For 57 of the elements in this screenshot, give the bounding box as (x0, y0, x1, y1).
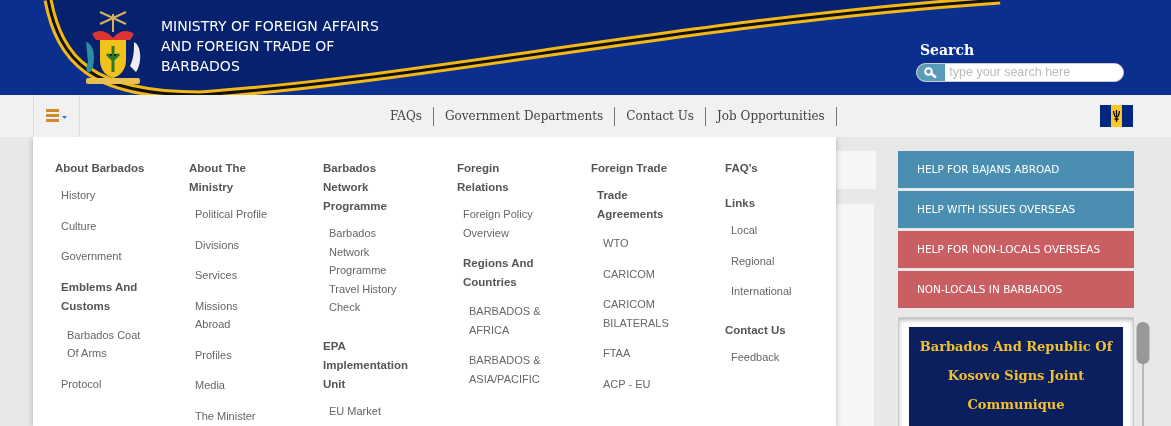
menu-link[interactable]: History (61, 186, 137, 205)
menu-link[interactable]: Protocol (61, 374, 137, 393)
nav-link[interactable]: Job Opportunities (706, 106, 837, 126)
menu-link[interactable]: CARICOM (603, 264, 679, 283)
menu-heading: Links (725, 196, 757, 211)
menu-link[interactable]: ACP - EU (603, 374, 679, 393)
menu-link[interactable]: Media (195, 376, 271, 395)
menu-heading: About Barbados (55, 161, 146, 176)
search-field[interactable]: type your search here (916, 63, 1124, 82)
sidebar-button[interactable]: HELP WITH ISSUES OVERSEAS (898, 191, 1134, 228)
menu-link[interactable]: CARICOM BILATERALS (603, 295, 679, 332)
menu-link[interactable]: BARBADOS & ASIA/PACIFIC (469, 351, 545, 388)
sidebar-button[interactable]: HELP FOR BAJANS ABROAD (898, 151, 1134, 188)
news-headline[interactable]: Barbados And Republic Of Kosovo Signs Joint Communique (909, 327, 1123, 426)
menu-group-heading: Emblems And Customs (61, 279, 139, 314)
site-title-line: AND FOREIGN TRADE OF (161, 37, 335, 56)
menu-group-heading: Trade Agreements (597, 188, 665, 222)
menu-link[interactable]: International (731, 282, 807, 301)
menu-heading: Contact Us (725, 322, 787, 338)
scrollbar[interactable] (1136, 322, 1150, 426)
menu-link[interactable]: Divisions (195, 235, 271, 254)
menu-link[interactable]: Barbados Network Programme Travel History Check (329, 224, 405, 317)
menu-link[interactable]: Culture (61, 216, 137, 235)
menu-heading: EPA Implementation Unit (323, 338, 409, 392)
menu-icon (45, 109, 68, 123)
menu-link[interactable]: Government (61, 247, 137, 266)
menu-link[interactable]: Barbados Coat Of Arms (67, 325, 143, 363)
nav-link[interactable]: FAQs (379, 106, 434, 126)
site-title-line: MINISTRY OF FOREIGN AFFAIRS (161, 17, 379, 36)
nav-link[interactable]: Government Departments (433, 106, 616, 126)
menu-link[interactable]: WTO (603, 234, 679, 253)
menu-link[interactable]: Missions Abroad (195, 296, 271, 334)
menu-heading: Barbados Network Programme (323, 161, 388, 214)
menu-link[interactable]: Services (195, 266, 271, 285)
search-label: Search (920, 41, 976, 60)
nav-link[interactable]: Contact Us (615, 106, 706, 126)
menu-button[interactable] (33, 95, 80, 137)
menu-link[interactable]: Political Profile (195, 205, 271, 224)
menu-link[interactable]: The Minister (195, 406, 271, 425)
menu-heading: About The Ministry (189, 161, 247, 195)
flag-icon (1100, 105, 1133, 127)
sidebar-button[interactable]: NON-LOCALS IN BARBADOS (898, 271, 1134, 308)
menu-link[interactable]: FTAA (603, 344, 679, 363)
menu-link[interactable]: Foreign Policy Overview (463, 205, 539, 242)
menu-link[interactable]: EU Market (329, 401, 405, 420)
menu-link[interactable]: Regional (731, 251, 807, 270)
menu-link[interactable]: Profiles (195, 345, 271, 364)
menu-heading: FAQ's (725, 161, 759, 176)
search-icon (924, 66, 939, 79)
menu-group-heading: Regions And Countries (463, 256, 535, 290)
menu-link[interactable]: BARBADOS & AFRICA (469, 302, 545, 339)
sidebar-button[interactable]: HELP FOR NON-LOCALS OVERSEAS (898, 231, 1134, 268)
menu-heading: Foregin Relations (457, 161, 510, 195)
site-title-line: BARBADOS (161, 57, 240, 76)
menu-link[interactable]: Local (731, 221, 807, 240)
menu-heading: Foreign Trade (591, 161, 669, 176)
menu-link[interactable]: Feedback (731, 347, 807, 366)
